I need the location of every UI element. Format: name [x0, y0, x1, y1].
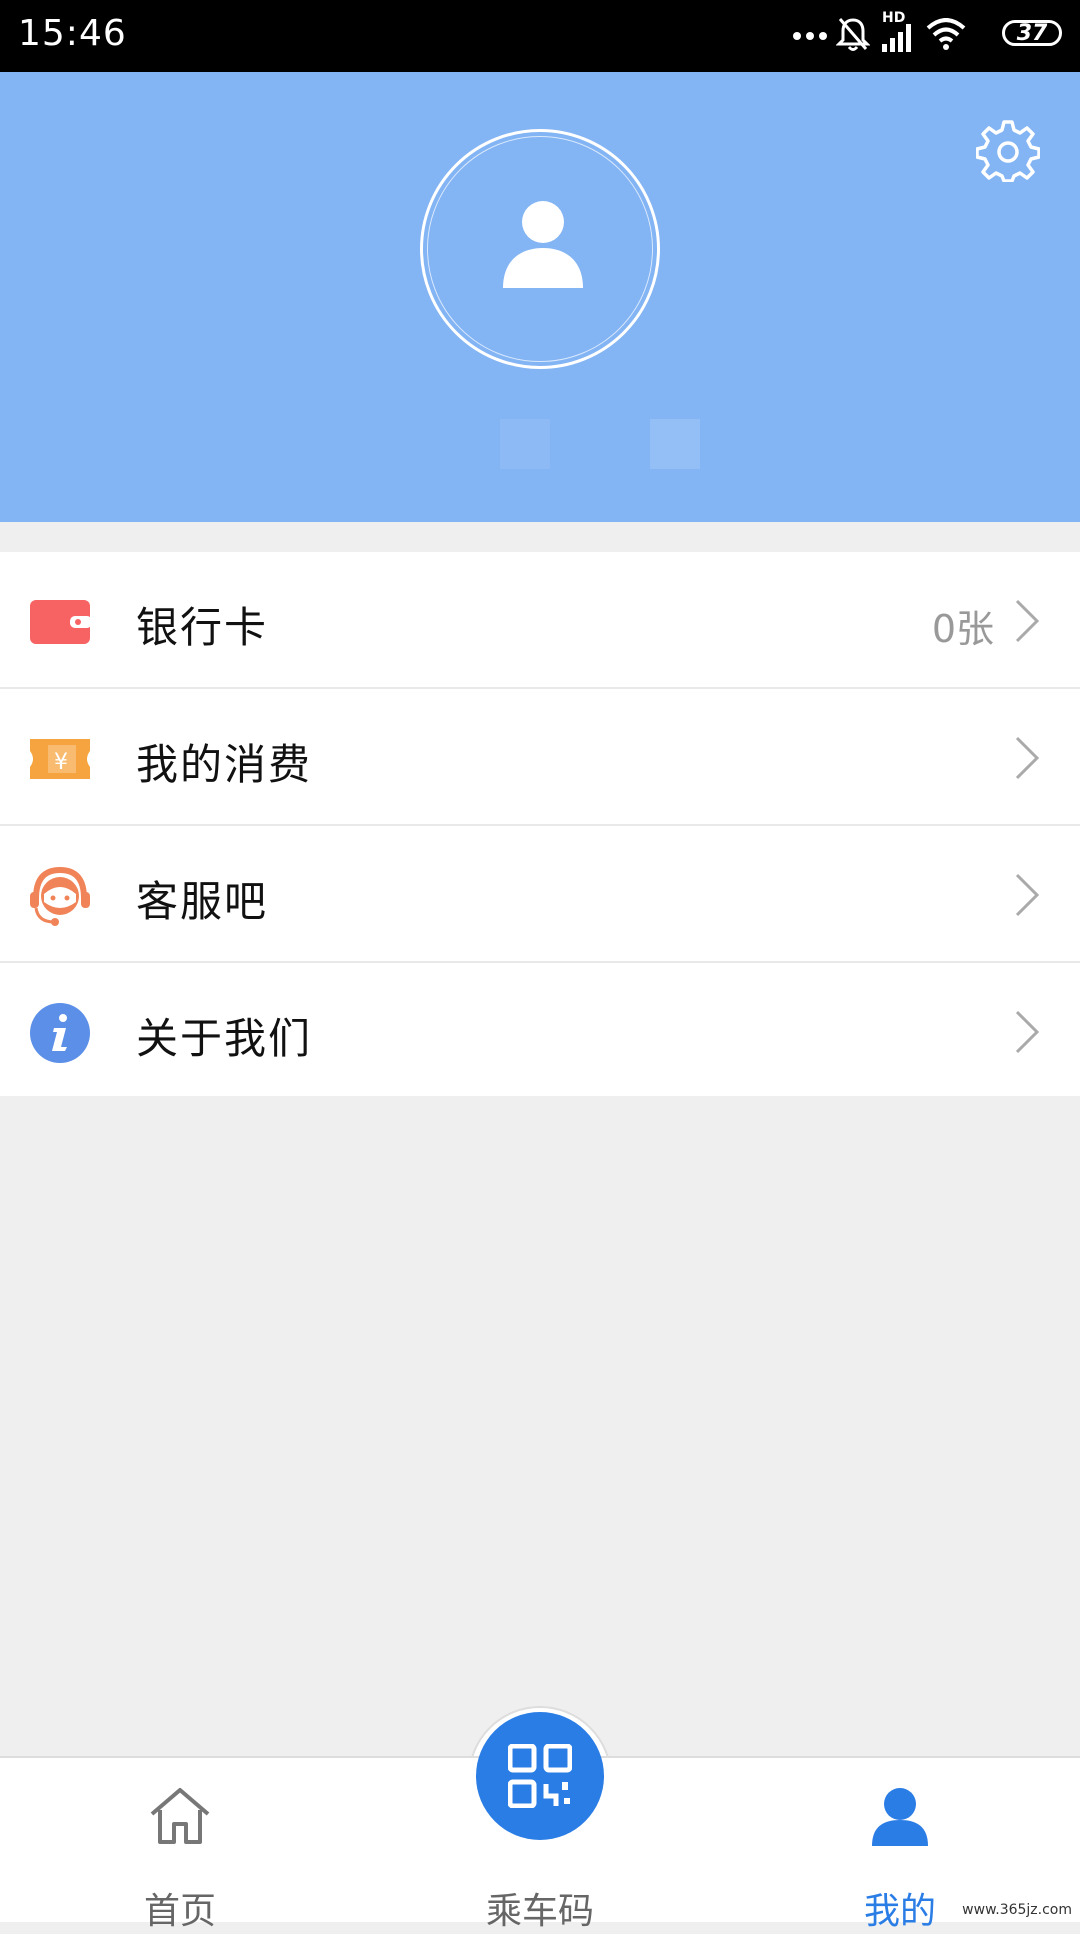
- signal-icon: [882, 24, 911, 52]
- tab-label: 首页: [143, 1891, 216, 1932]
- wallet-icon: [30, 600, 92, 644]
- chevron-right-icon: [1015, 736, 1040, 780]
- menu-item-bank-card[interactable]: 银行卡 0张: [0, 552, 1080, 689]
- tab-home[interactable]: 首页: [70, 1758, 290, 1932]
- ticket-icon: ¥: [30, 739, 90, 779]
- battery-indicator: 37: [1002, 20, 1062, 46]
- menu-item-customer-service[interactable]: 客服吧: [0, 826, 1080, 963]
- menu-item-label: 我的消费: [136, 740, 313, 789]
- user-icon: [503, 201, 583, 288]
- more-dots-icon: [793, 32, 827, 40]
- username-placeholder-left: [500, 419, 550, 469]
- tab-mine[interactable]: 我的: [790, 1758, 1010, 1932]
- gear-icon[interactable]: [976, 118, 1040, 182]
- qr-code-icon: [508, 1744, 572, 1808]
- qr-code-button[interactable]: [476, 1712, 604, 1840]
- menu-item-label: 关于我们: [136, 1014, 313, 1063]
- chevron-right-icon: [1015, 1010, 1040, 1054]
- info-icon: [30, 1003, 90, 1063]
- menu-list: 银行卡 0张 ¥ 我的消费 客服吧 关于我们: [0, 552, 1080, 1096]
- status-icons: HD 37: [792, 10, 1062, 58]
- headset-icon: [30, 866, 90, 926]
- svg-text:¥: ¥: [54, 750, 68, 775]
- menu-item-label: 客服吧: [136, 877, 269, 926]
- home-icon: [150, 1788, 210, 1844]
- menu-item-label: 银行卡: [136, 603, 269, 652]
- profile-header: [0, 72, 1080, 522]
- avatar[interactable]: [420, 129, 660, 369]
- tab-label: 乘车码: [485, 1891, 594, 1932]
- chevron-right-icon: [1015, 873, 1040, 917]
- watermark: www.365jz.com: [962, 1902, 1072, 1918]
- username-placeholder-right: [650, 419, 700, 469]
- status-bar: 15:46 HD 37: [0, 0, 1080, 72]
- profile-icon: [872, 1788, 928, 1846]
- menu-item-about-us[interactable]: 关于我们: [0, 963, 1080, 1096]
- status-time: 15:46: [18, 13, 127, 54]
- bank-card-count: 0张: [931, 607, 994, 651]
- menu-item-consumption[interactable]: ¥ 我的消费: [0, 689, 1080, 826]
- chevron-right-icon: [1015, 599, 1040, 643]
- wifi-icon: [926, 18, 966, 50]
- mute-bell-icon: [836, 18, 870, 51]
